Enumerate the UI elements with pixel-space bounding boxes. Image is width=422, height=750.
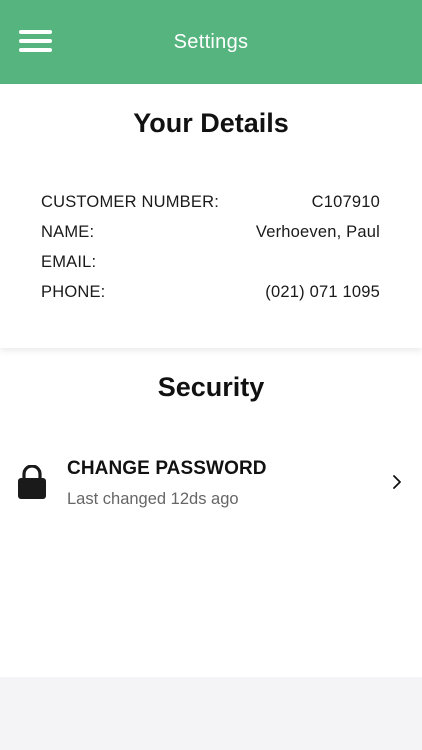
detail-label: CUSTOMER NUMBER: xyxy=(41,193,219,211)
detail-row-customer-number: CUSTOMER NUMBER: C107910 xyxy=(41,190,380,214)
detail-value: (021) 071 1095 xyxy=(265,283,380,301)
app-header: Settings xyxy=(0,0,422,84)
details-card: Your Details CUSTOMER NUMBER: C107910 NA… xyxy=(0,84,422,348)
detail-label: EMAIL: xyxy=(41,253,97,271)
password-last-changed: Last changed 12ds ago xyxy=(67,490,239,508)
detail-row-name: NAME: Verhoeven, Paul xyxy=(41,220,380,244)
lock-icon xyxy=(18,465,46,499)
detail-row-email: EMAIL: xyxy=(41,250,380,274)
detail-label: PHONE: xyxy=(41,283,106,301)
detail-value: Verhoeven, Paul xyxy=(255,223,380,241)
detail-row-phone: PHONE: (021) 071 1095 xyxy=(41,280,380,304)
detail-label: NAME: xyxy=(41,223,95,241)
security-title: Security xyxy=(157,372,265,402)
page-title: Settings xyxy=(173,31,249,53)
bottom-area xyxy=(0,677,422,750)
details-title: Your Details xyxy=(133,108,289,138)
change-password-title: CHANGE PASSWORD xyxy=(67,458,267,479)
settings-screen: Settings Your Details CUSTOMER NUMBER: C… xyxy=(0,0,422,750)
change-password-button[interactable]: CHANGE PASSWORD Last changed 12ds ago xyxy=(0,450,422,522)
detail-value: C107910 xyxy=(311,193,380,211)
chevron-right-icon xyxy=(393,475,401,489)
